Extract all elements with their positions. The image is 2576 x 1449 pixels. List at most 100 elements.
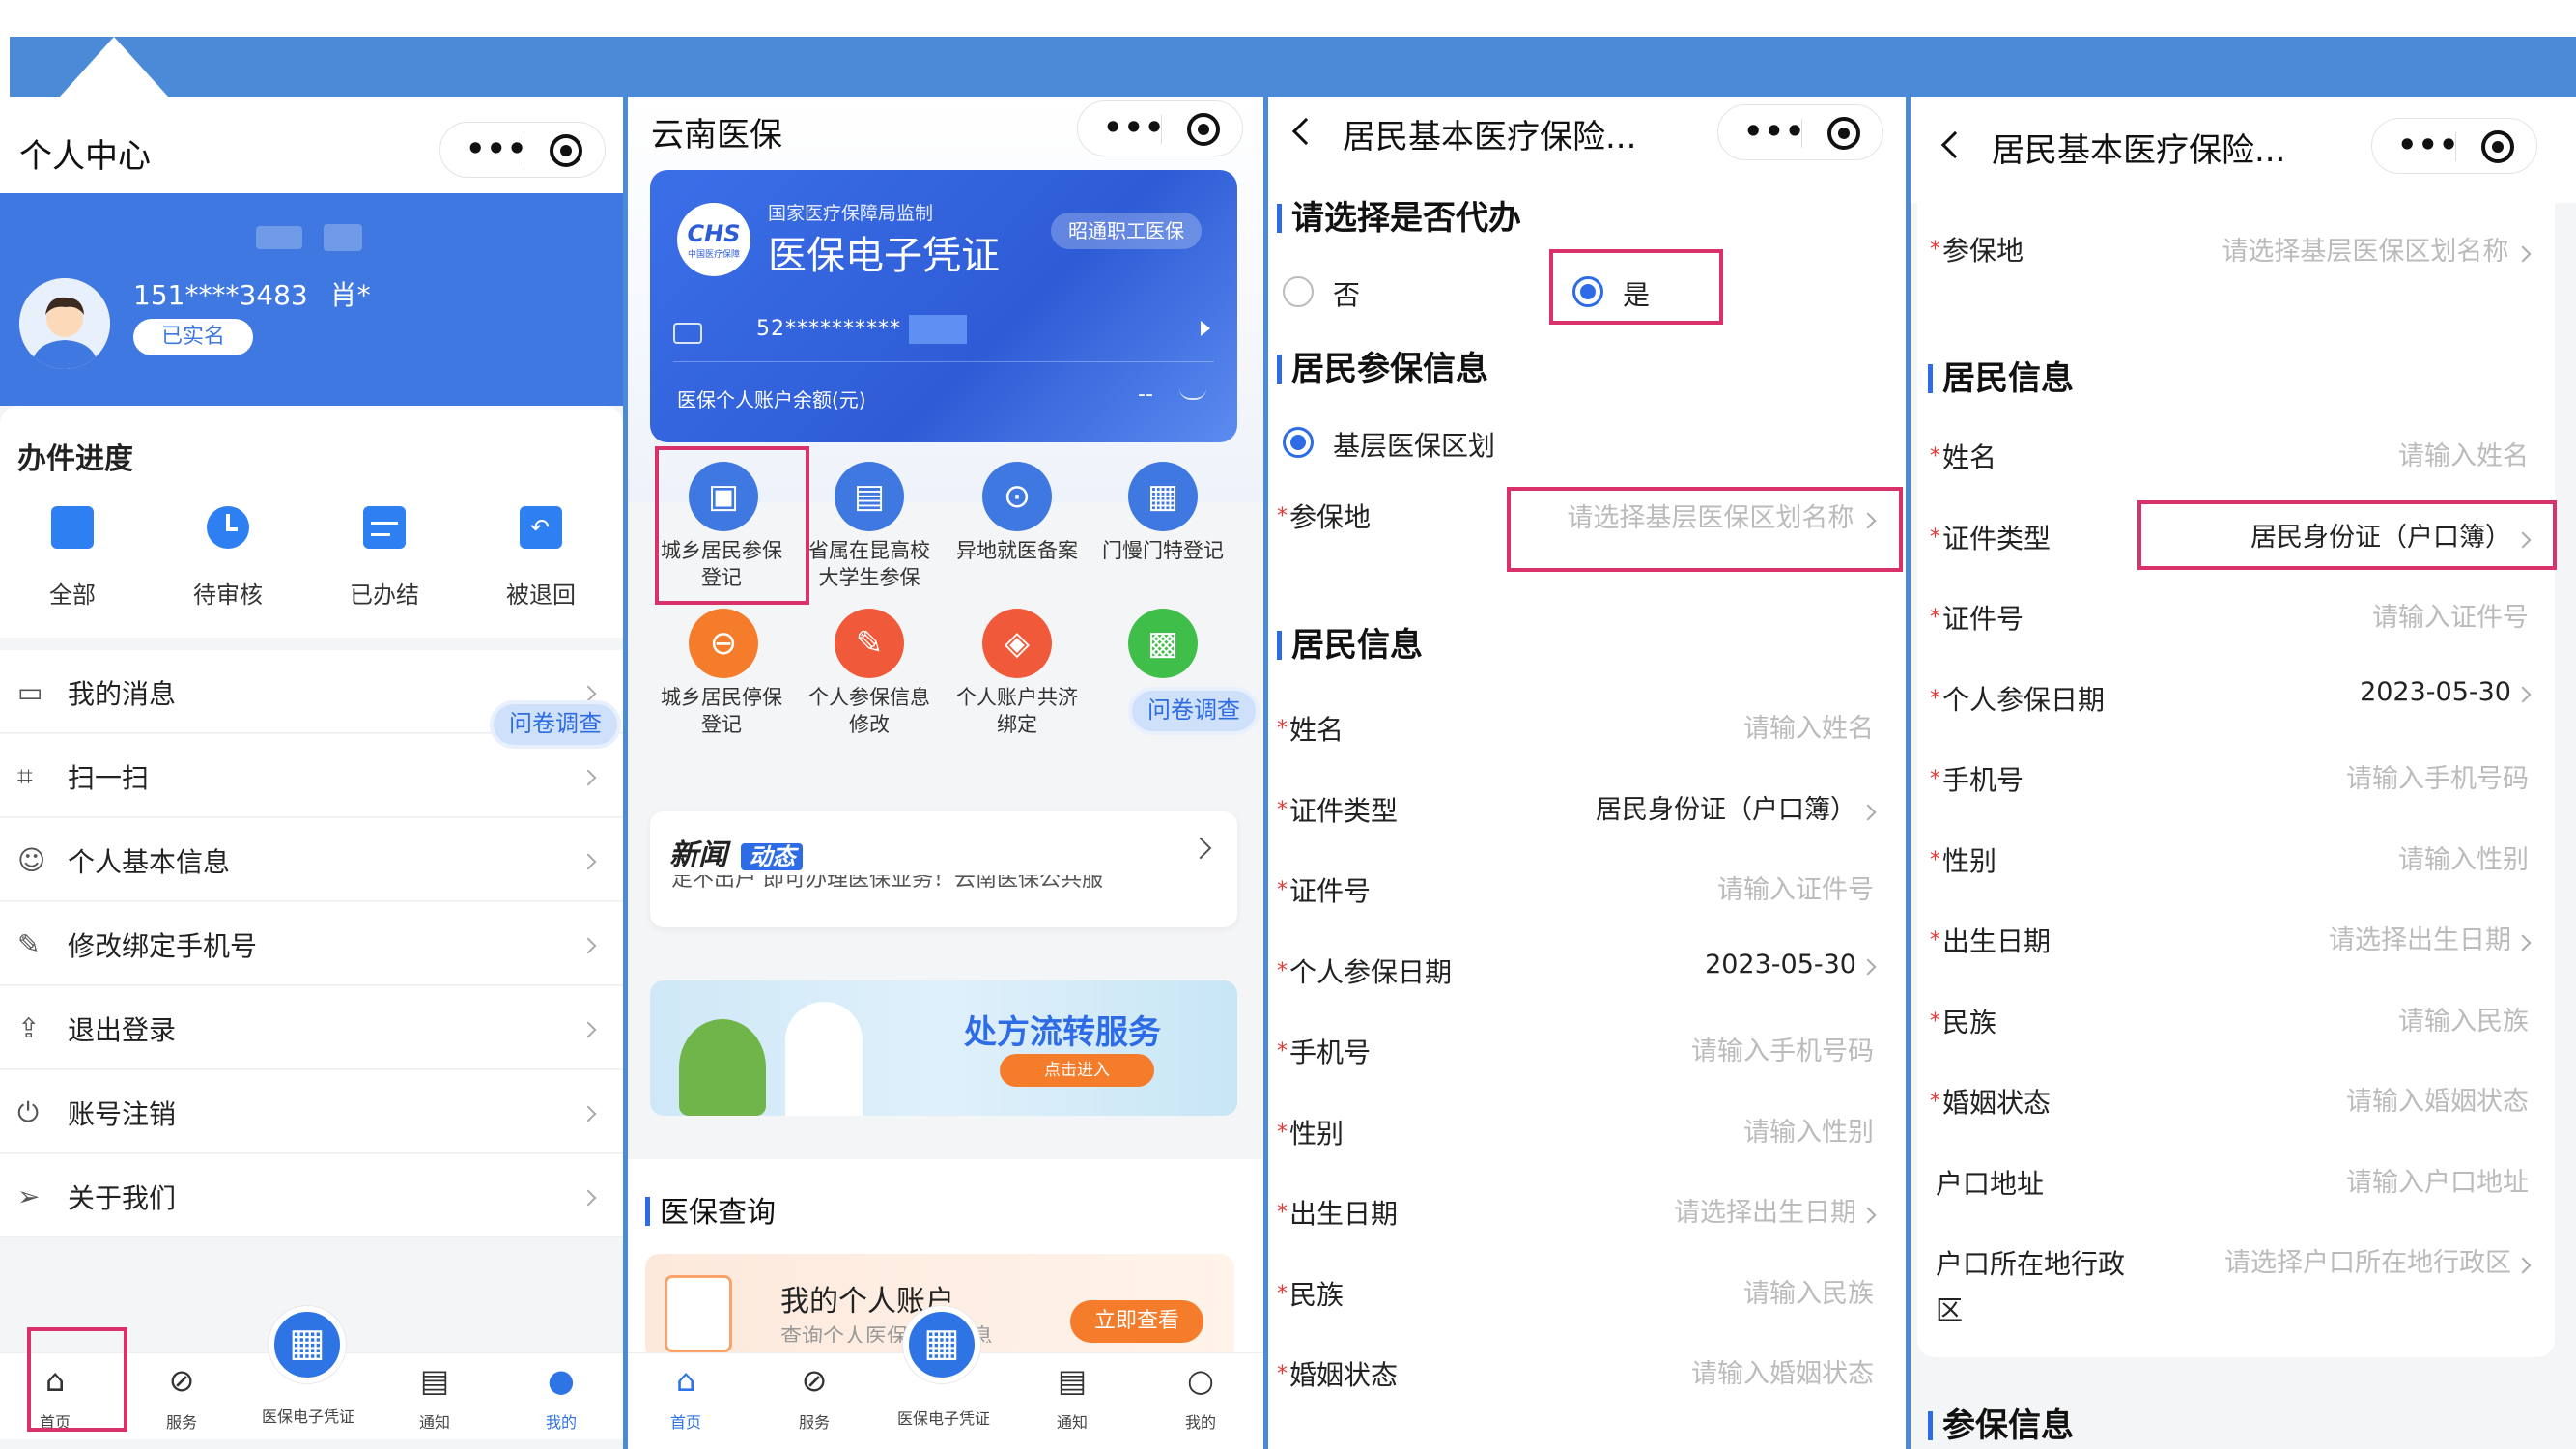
tab-service[interactable]: ⊘ 服务	[761, 1353, 867, 1440]
menu-item-deregister[interactable]: ⏻ 账号注销	[0, 1070, 623, 1153]
plant-illustration	[679, 1019, 766, 1116]
student-icon[interactable]: ▤	[835, 462, 904, 531]
more-icon[interactable]: •••	[2397, 127, 2459, 163]
form-field[interactable]: *个人参保日期 2023-05-30	[1277, 940, 1877, 998]
service-label[interactable]: 省属在昆高校 大学生参保	[797, 537, 942, 591]
more-icon[interactable]: •••	[1103, 109, 1165, 146]
person-icon: ●	[548, 1362, 575, 1399]
field-value[interactable]: 2023-05-30	[2360, 677, 2532, 707]
field-value[interactable]: 请选择基层医保区划名称	[2222, 230, 2532, 268]
news-card[interactable]: 新闻 动态 足不出户 即可办理医保业务！云南医保公共服	[650, 811, 1237, 927]
field-value[interactable]: 请输入证件号	[1717, 868, 1874, 906]
card-arrow-icon[interactable]	[1201, 321, 1210, 336]
close-target-icon[interactable]	[550, 134, 582, 167]
edit-icon[interactable]: ✎	[835, 609, 904, 678]
account-view-button[interactable]: 立即查看	[1070, 1300, 1203, 1343]
form-field[interactable]: *姓名 请输入姓名	[1277, 697, 1874, 755]
link-icon[interactable]: ◈	[982, 609, 1052, 678]
mini-program-capsule[interactable]: •••	[1717, 104, 1883, 160]
avatar[interactable]	[19, 278, 110, 369]
tab-mine[interactable]: ● 我的	[508, 1353, 614, 1440]
service-label[interactable]: 城乡居民停保 登记	[649, 684, 794, 738]
stop-icon[interactable]: ⊖	[689, 609, 758, 678]
qr-code-icon[interactable]: ▦	[269, 1306, 346, 1383]
field-value[interactable]: 居民身份证（户口簿）	[1596, 788, 1877, 826]
field-value[interactable]: 请输入婚姻状态	[2346, 1080, 2529, 1118]
form-field[interactable]: *姓名 请输入姓名	[1930, 425, 2529, 483]
field-insure-place[interactable]: *参保地 请选择基层医保区划名称	[1930, 220, 2532, 278]
card-icon	[673, 323, 702, 344]
form-field[interactable]: *民族 请输入民族	[1277, 1263, 1874, 1321]
close-target-icon[interactable]	[1827, 117, 1860, 150]
menu-item-about[interactable]: ➢ 关于我们	[0, 1154, 623, 1237]
service-label[interactable]: 异地就医备案	[945, 537, 1090, 564]
banner-title: 处方流转服务	[964, 1013, 1161, 1052]
mini-program-capsule[interactable]: •••	[2371, 118, 2537, 174]
form-field[interactable]: 户口地址 请输入户口地址	[1930, 1151, 2529, 1209]
form-field[interactable]: *证件类型 居民身份证（户口簿）	[1277, 779, 1877, 837]
menu-item-logout[interactable]: ⇪ 退出登录	[0, 986, 623, 1069]
form-field[interactable]: *手机号 请输入手机号码	[1930, 748, 2529, 806]
form-field[interactable]: *性别 请输入性别	[1277, 1101, 1874, 1159]
field-value[interactable]: 请输入民族	[1743, 1272, 1874, 1310]
survey-button[interactable]: 问卷调查	[1128, 687, 1260, 735]
menu-item-change-phone[interactable]: ✎ 修改绑定手机号	[0, 902, 623, 985]
section-agent: 请选择是否代办	[1277, 191, 1521, 239]
verified-badge: 已实名	[133, 319, 253, 355]
location-icon[interactable]: ⊙	[982, 462, 1052, 531]
form-field[interactable]: *出生日期 请选择出生日期	[1277, 1181, 1877, 1239]
calendar-icon[interactable]: ▦	[1128, 462, 1198, 531]
form-field[interactable]: *手机号 请输入手机号码	[1277, 1020, 1874, 1078]
close-target-icon[interactable]	[1187, 113, 1220, 146]
form-field[interactable]: *婚姻状态 请输入婚姻状态	[1930, 1070, 2529, 1128]
field-value[interactable]: 请选择出生日期	[2329, 919, 2532, 956]
grid-icon[interactable]: ▩	[1128, 609, 1198, 678]
field-value[interactable]: 请输入手机号码	[2346, 757, 2529, 795]
form-field[interactable]: 户口所在地行政 区 请选择户口所在地行政区	[1930, 1232, 2532, 1326]
tab-home[interactable]: ⌂ 首页	[633, 1353, 739, 1440]
service-label[interactable]: 个人账户共济 绑定	[945, 684, 1090, 738]
radio-region[interactable]	[1283, 427, 1314, 458]
field-value[interactable]: 请输入姓名	[2398, 435, 2529, 472]
menu-item-profile[interactable]: ☺ 个人基本信息	[0, 818, 623, 901]
tab-service[interactable]: ⊘ 服务	[128, 1353, 235, 1440]
tab-notice[interactable]: ▤ 通知	[382, 1353, 488, 1440]
tab-mine[interactable]: ○ 我的	[1147, 1353, 1254, 1440]
field-value[interactable]: 请输入民族	[2398, 1000, 2529, 1037]
form-field[interactable]: *出生日期 请选择出生日期	[1930, 909, 2532, 967]
qr-code-icon[interactable]: ▦	[903, 1306, 980, 1383]
tab-notice[interactable]: ▤ 通知	[1019, 1353, 1125, 1440]
form-field[interactable]: *证件号 请输入证件号	[1930, 586, 2529, 644]
prescription-banner[interactable]: 处方流转服务 点击进入	[650, 980, 1237, 1116]
field-value[interactable]: 请输入证件号	[2372, 596, 2529, 634]
field-value[interactable]: 请选择户口所在地行政区	[2224, 1241, 2532, 1279]
banner-button[interactable]: 点击进入	[1000, 1054, 1154, 1087]
form-field[interactable]: *婚姻状态 请输入婚姻状态	[1277, 1343, 1874, 1401]
e-voucher-card[interactable]: CHS 中国医疗保障 国家医疗保障局监制 医保电子凭证 昭通职工医保 52***…	[650, 170, 1237, 442]
service-label[interactable]: 个人参保信息 修改	[797, 684, 942, 738]
field-value[interactable]: 请输入婚姻状态	[1691, 1352, 1874, 1390]
highlight-id-type	[2137, 500, 2557, 570]
mini-program-capsule[interactable]: •••	[439, 122, 606, 178]
field-value[interactable]: 请输入性别	[2398, 838, 2529, 876]
field-value[interactable]: 请输入户口地址	[2346, 1161, 2529, 1199]
form-field[interactable]: *民族 请输入民族	[1930, 990, 2529, 1048]
field-value[interactable]: 请选择出生日期	[1674, 1191, 1877, 1229]
field-label: 证件类型	[1289, 794, 1399, 827]
field-value[interactable]: 请输入手机号码	[1691, 1030, 1874, 1067]
form-field[interactable]: *证件号 请输入证件号	[1277, 859, 1874, 917]
survey-button[interactable]: 问卷调查	[490, 700, 621, 749]
more-icon[interactable]: •••	[1743, 113, 1805, 150]
radio-no[interactable]	[1283, 276, 1314, 307]
eye-hidden-icon[interactable]	[1179, 388, 1206, 400]
more-icon[interactable]: •••	[466, 130, 527, 167]
mini-program-capsule[interactable]: •••	[1077, 100, 1243, 156]
form-field[interactable]: *性别 请输入性别	[1930, 829, 2529, 887]
field-value[interactable]: 请输入姓名	[1743, 707, 1874, 745]
radio-no-label: 否	[1333, 279, 1361, 311]
close-target-icon[interactable]	[2481, 130, 2514, 163]
field-value[interactable]: 2023-05-30	[1705, 950, 1877, 980]
field-value[interactable]: 请输入性别	[1743, 1111, 1874, 1149]
form-field[interactable]: *个人参保日期 2023-05-30	[1930, 668, 2532, 725]
service-label[interactable]: 门慢门特登记	[1090, 537, 1235, 564]
